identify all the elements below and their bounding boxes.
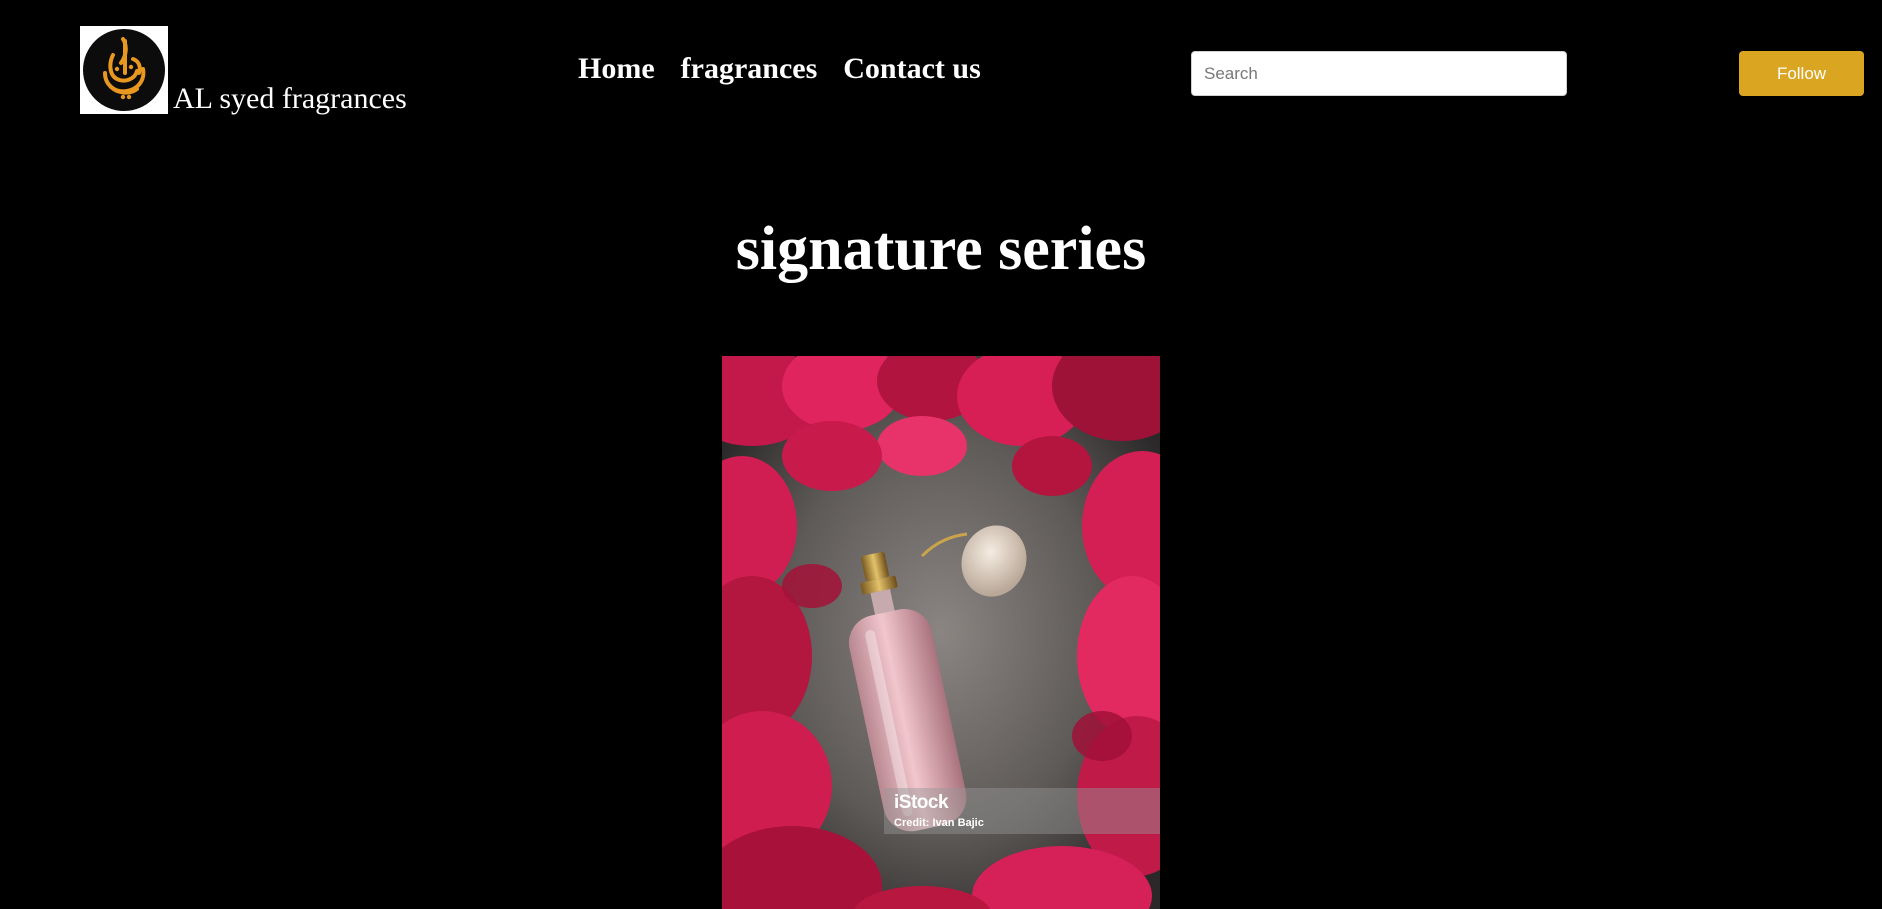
- watermark-credit: Credit: Ivan Bajic: [894, 817, 984, 829]
- search-input[interactable]: [1191, 51, 1567, 96]
- nav-item-fragrances[interactable]: fragrances: [681, 54, 818, 84]
- watermark-brand: iStock: [894, 792, 949, 813]
- main-nav: Home fragrances Contact us: [578, 54, 981, 84]
- brand-name[interactable]: AL syed fragrances: [173, 84, 407, 114]
- nav-item-home[interactable]: Home: [578, 54, 655, 84]
- follow-button[interactable]: Follow: [1739, 51, 1864, 96]
- product-image[interactable]: iStock Credit: Ivan Bajic: [722, 356, 1160, 909]
- nav-item-contact-us[interactable]: Contact us: [843, 54, 981, 84]
- brand-logo[interactable]: [80, 26, 168, 114]
- section-title: signature series: [735, 215, 1147, 283]
- logo-emblem-icon: [83, 29, 165, 111]
- page: AL syed fragrances Home fragrances Conta…: [0, 0, 1882, 909]
